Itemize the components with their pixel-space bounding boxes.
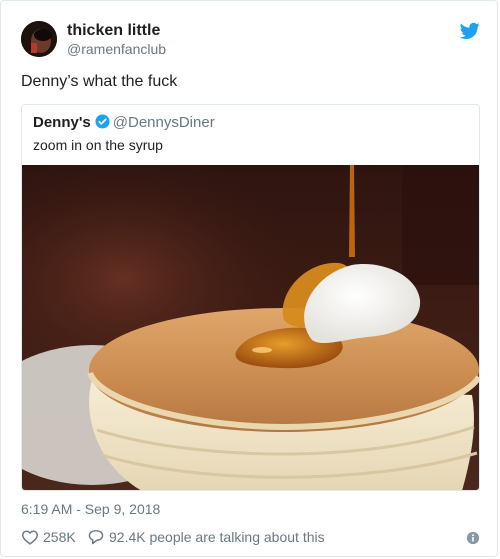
speech-bubble-icon xyxy=(88,530,104,545)
like-action[interactable]: 258K xyxy=(21,529,76,545)
like-count: 258K xyxy=(43,529,76,545)
tweet-actions: 258K 92.4K people are talking about this xyxy=(21,527,481,549)
author-handle[interactable]: @ramenfanclub xyxy=(67,41,166,57)
tweet-timestamp[interactable]: 6:19 AM - Sep 9, 2018 xyxy=(21,501,160,517)
pancake-syrup-photo[interactable] xyxy=(22,165,480,491)
quoted-tweet-text: zoom in on the syrup xyxy=(33,137,163,153)
twitter-bird-icon[interactable] xyxy=(460,22,480,40)
heart-icon xyxy=(21,530,39,545)
author-name[interactable]: thicken little xyxy=(67,22,160,40)
quoted-tweet[interactable]: Denny's @DennysDiner zoom in on the syru… xyxy=(21,104,480,491)
quoted-author-name[interactable]: Denny's xyxy=(33,114,91,131)
tweet-text: Denny’s what the fuck xyxy=(21,73,178,90)
verified-badge-icon xyxy=(95,114,110,129)
avatar[interactable] xyxy=(21,21,57,57)
quoted-author-handle[interactable]: @DennysDiner xyxy=(113,114,215,131)
reply-count-label: 92.4K people are talking about this xyxy=(109,529,325,545)
info-icon[interactable] xyxy=(466,531,480,545)
reply-action[interactable]: 92.4K people are talking about this xyxy=(87,529,325,545)
quoted-tweet-header: Denny's @DennysDiner xyxy=(33,114,215,131)
embedded-tweet-card: thicken little @ramenfanclub Denny’s wha… xyxy=(0,0,498,557)
